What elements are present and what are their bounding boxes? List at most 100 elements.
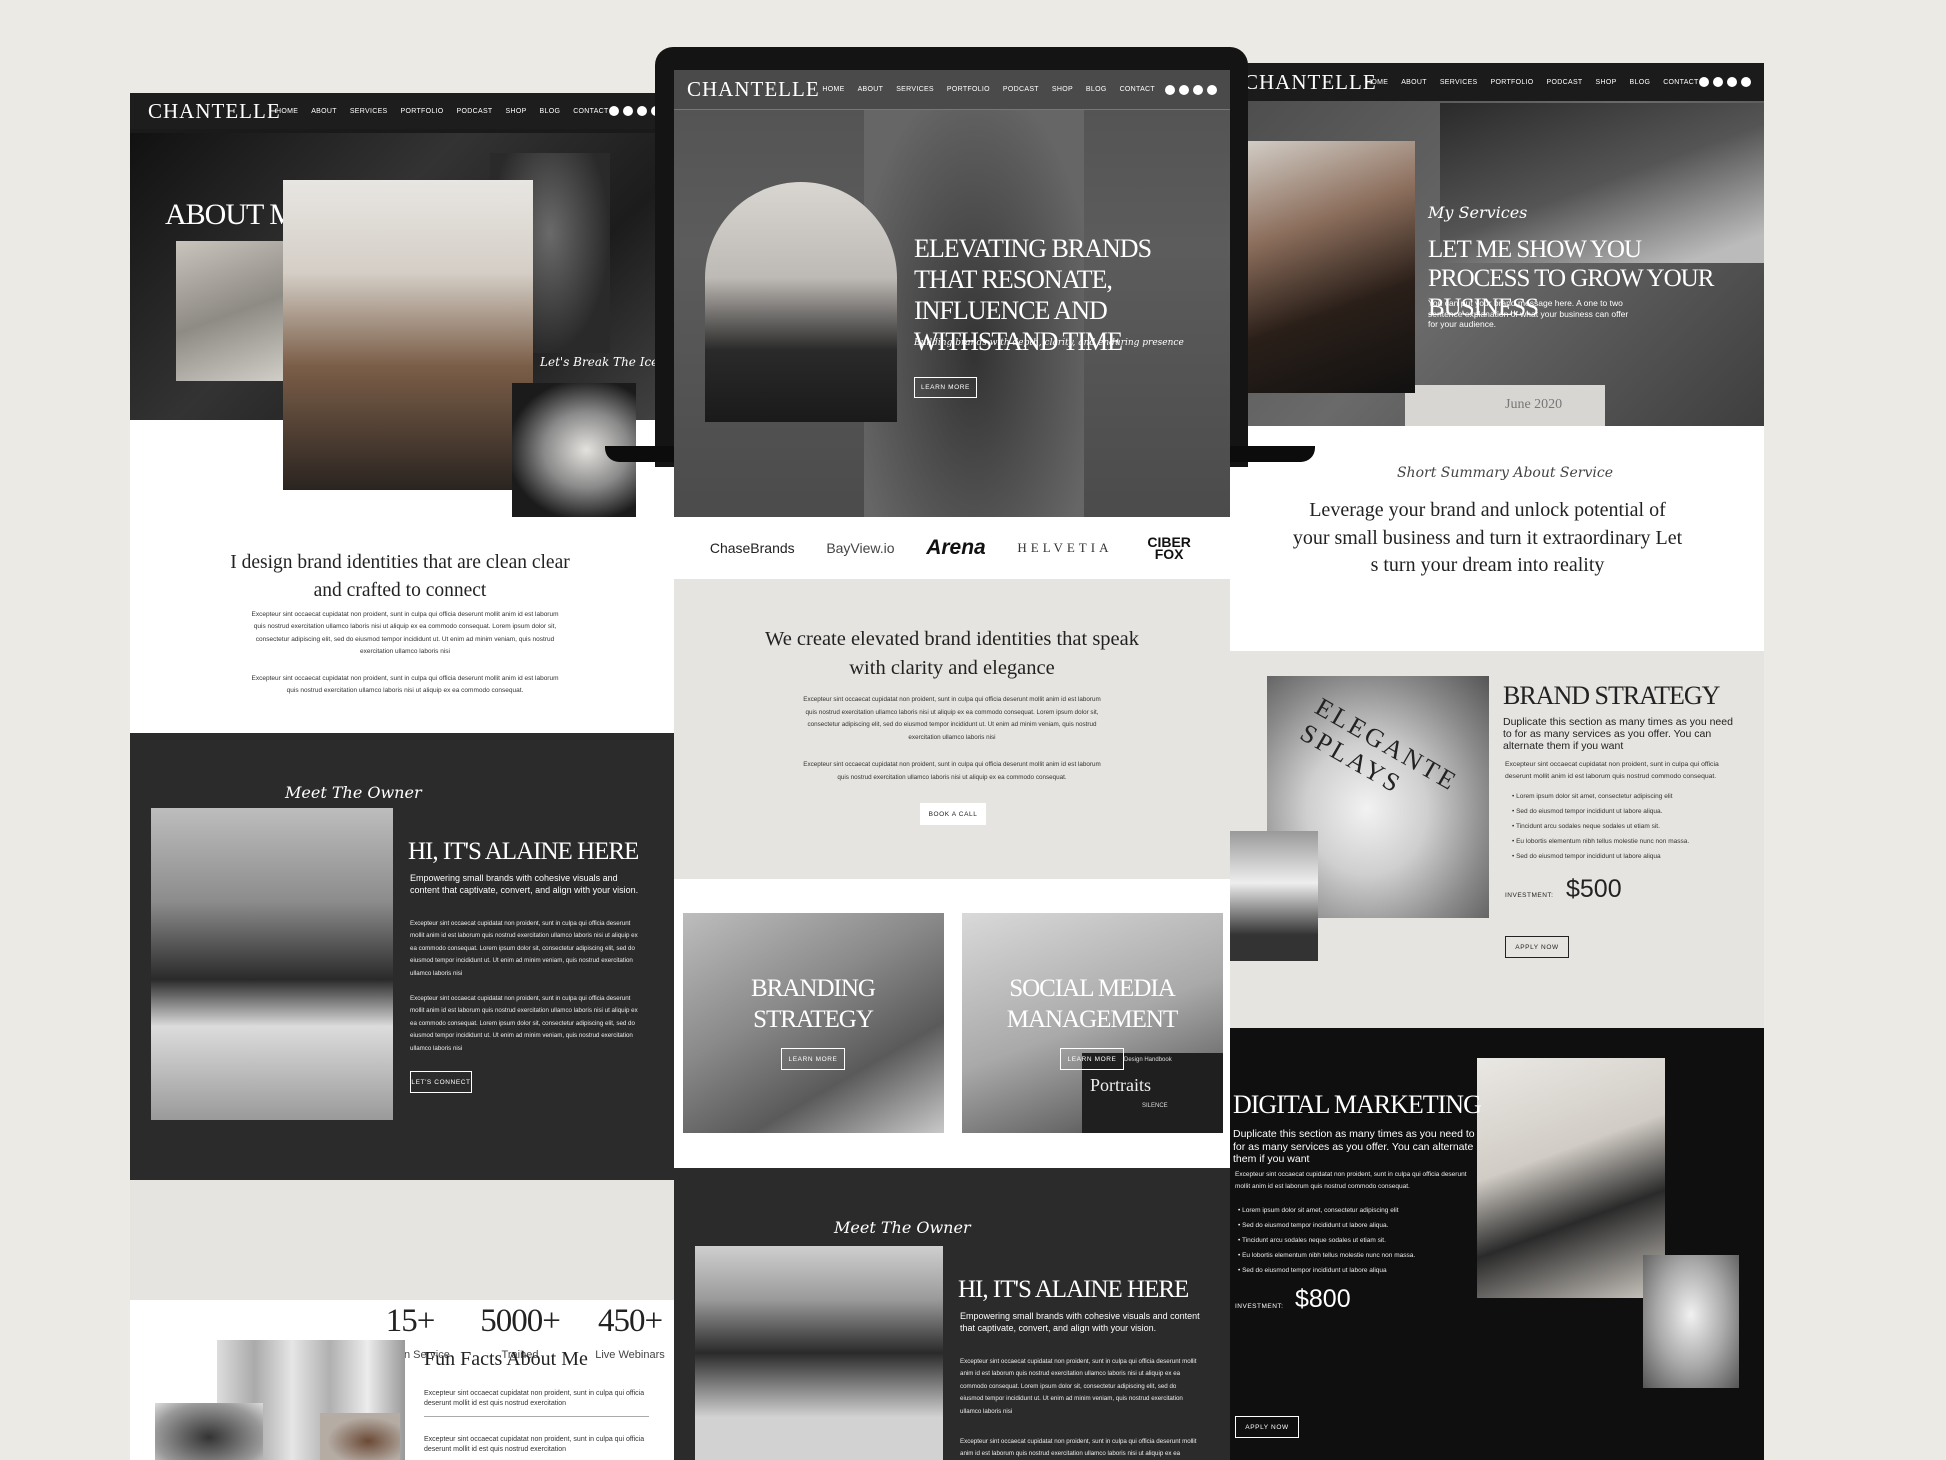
fun-divider — [424, 1416, 649, 1417]
stats-section — [130, 1180, 675, 1300]
right-nav: CHANTELLE HOME ABOUT SERVICES PORTFOLIO PODC… — [1230, 63, 1764, 101]
instagram-icon[interactable] — [1698, 77, 1709, 87]
nav-portfolio[interactable]: PORTFOLIO — [1491, 79, 1534, 86]
services-script: My Services — [1428, 203, 1528, 222]
logo[interactable]: CHANTELLE — [687, 77, 822, 102]
nav-contact[interactable]: CONTACT — [573, 108, 608, 115]
nav-links: HOME ABOUT SERVICES PORTFOLIO PODCAST SHOP BLO… — [1366, 79, 1699, 86]
nav-services[interactable]: SERVICES — [350, 108, 388, 115]
nav-podcast[interactable]: PODCAST — [457, 108, 493, 115]
nav-podcast[interactable]: PODCAST — [1003, 86, 1039, 93]
nav-about[interactable]: ABOUT — [311, 108, 337, 115]
twitter-icon[interactable] — [636, 106, 647, 116]
stat-number: 450+ — [597, 1303, 663, 1339]
owner-heading: HI, IT'S ALAINE HERE — [408, 838, 639, 865]
logo[interactable]: CHANTELLE — [148, 99, 280, 124]
center-owner-photo — [695, 1246, 943, 1460]
owner-text-1: Excepteur sint occaecat cupidatat non pr… — [410, 920, 638, 977]
services-sub: You can put your brand message here. A o… — [1428, 298, 1629, 329]
nav-blog[interactable]: BLOG — [1086, 86, 1107, 93]
twitter-icon[interactable] — [1193, 84, 1203, 95]
logo[interactable]: CHANTELLE — [1244, 70, 1376, 95]
intro-heading: I design brand identities that are clean… — [230, 552, 570, 601]
twitter-icon[interactable] — [1726, 77, 1737, 87]
nav-blog[interactable]: BLOG — [540, 108, 561, 115]
card-branding[interactable]: BRANDING STRATEGY LEARN MORE — [683, 913, 944, 1133]
left-nav: CHANTELLE HOME ABOUT SERVICES PORTFOLIO PODC… — [130, 93, 675, 129]
center-owner-section: Meet The Owner HI, IT'S ALAINE HERE Empo… — [674, 1168, 1230, 1460]
bullet-item: Tincidunt arcu sodales neque sodales ut … — [1512, 819, 1752, 834]
logo-strip: ChaseBrands BayView.io Arena HELVETIA CIBER … — [674, 517, 1230, 579]
intro-text-1: Excepteur sint occaecat cupidatat non pr… — [251, 611, 559, 655]
hero-learn-more-button[interactable]: LEARN MORE — [914, 377, 977, 398]
nav-home[interactable]: HOME — [1366, 79, 1388, 86]
logo-helvetia: HELVETIA — [1017, 540, 1113, 555]
facebook-icon[interactable] — [1179, 84, 1189, 95]
summary-text: Leverage your brand and unlock potential… — [1292, 499, 1683, 576]
brand-strategy-section: ELEGANTE SPLAYS BRAND STRATEGY Duplicate… — [1230, 651, 1764, 1028]
fun-woman-photo — [320, 1413, 400, 1460]
fun-text-2: Excepteur sint occaecat cupidatat non pr… — [424, 1436, 645, 1453]
bullet-item: Lorem ipsum dolor sit amet, consectetur … — [1512, 789, 1752, 804]
bullet-item: Sed do eiusmod tempor incididunt ut labo… — [1512, 804, 1752, 819]
bs-title: BRAND STRATEGY — [1503, 681, 1720, 710]
nav-portfolio[interactable]: PORTFOLIO — [947, 86, 990, 93]
tiktok-icon[interactable] — [1740, 77, 1751, 87]
card1-title: BRANDING STRATEGY — [751, 975, 876, 1033]
nav-services[interactable]: SERVICES — [1440, 79, 1478, 86]
book-a-call-button[interactable]: BOOK A CALL — [920, 803, 986, 825]
stat-number: 15+ — [385, 1303, 436, 1339]
facebook-icon[interactable] — [622, 106, 633, 116]
nav-shop[interactable]: SHOP — [506, 108, 527, 115]
nav-podcast[interactable]: PODCAST — [1547, 79, 1583, 86]
mid-text-1: Excepteur sint occaecat cupidatat non pr… — [803, 696, 1101, 741]
dm-apply-button[interactable]: APPLY NOW — [1235, 1416, 1299, 1438]
nav-shop[interactable]: SHOP — [1052, 86, 1073, 93]
logo-ciberfox: CIBER FOX — [1147, 534, 1191, 562]
owner-text-2: Excepteur sint occaecat cupidatat non pr… — [410, 995, 638, 1052]
nav-portfolio[interactable]: PORTFOLIO — [401, 108, 444, 115]
bullet-item: Eu lobortis elementum nibh tellus molest… — [1238, 1248, 1478, 1263]
card1-learn-more-button[interactable]: LEARN MORE — [781, 1048, 845, 1070]
tiktok-icon[interactable] — [1207, 84, 1217, 95]
bs-price: $500 — [1566, 875, 1622, 903]
bs-sub: Duplicate this section as many times as … — [1503, 716, 1733, 752]
center-meet-script: Meet The Owner — [834, 1218, 971, 1237]
instagram-icon[interactable] — [608, 106, 619, 116]
bullet-item: Tincidunt arcu sodales neque sodales ut … — [1238, 1233, 1478, 1248]
mid-text-2: Excepteur sint occaecat cupidatat non pr… — [803, 761, 1101, 781]
facebook-icon[interactable] — [1712, 77, 1723, 87]
social-icons — [1165, 84, 1217, 95]
nav-services[interactable]: SERVICES — [896, 86, 934, 93]
card-social-media[interactable]: Design Handbook Portraits SILENCE SOCIAL… — [962, 913, 1223, 1133]
lets-connect-button[interactable]: LET'S CONNECT — [410, 1071, 472, 1093]
portrait-photo — [283, 180, 533, 490]
bs-apply-button[interactable]: APPLY NOW — [1505, 936, 1569, 958]
notebook-photo: June 2020 — [1405, 385, 1605, 426]
nav-contact[interactable]: CONTACT — [1120, 86, 1155, 93]
nav-about[interactable]: ABOUT — [858, 86, 884, 93]
meet-owner-section: Meet The Owner HI, IT'S ALAINE HERE Empo… — [130, 733, 675, 1180]
bullet-item: Lorem ipsum dolor sit amet, consectetur … — [1238, 1203, 1478, 1218]
nav-about[interactable]: ABOUT — [1401, 79, 1427, 86]
nav-home[interactable]: HOME — [822, 86, 844, 93]
investment-label-dm: INVESTMENT: — [1235, 1303, 1284, 1310]
logo-arena: Arena — [926, 536, 986, 559]
summary-script: Short Summary About Service — [1396, 465, 1614, 481]
nav-home[interactable]: HOME — [276, 108, 298, 115]
card2-learn-more-button[interactable]: LEARN MORE — [1060, 1048, 1124, 1070]
nav-contact[interactable]: CONTACT — [1663, 79, 1698, 86]
nav-blog[interactable]: BLOG — [1630, 79, 1651, 86]
bullet-item: Eu lobortis elementum nibh tellus molest… — [1512, 834, 1752, 849]
woman-drink-photo — [1230, 141, 1415, 393]
nav-shop[interactable]: SHOP — [1596, 79, 1617, 86]
bullet-item: Sed do eiusmod tempor incididunt ut labo… — [1512, 849, 1752, 864]
social-icons — [1698, 77, 1751, 87]
instagram-icon[interactable] — [1165, 84, 1175, 95]
fun-dog-photo — [155, 1403, 263, 1460]
meet-script: Meet The Owner — [285, 783, 422, 802]
bottle-text: ELEGANTE SPLAYS — [1295, 692, 1464, 800]
book-spine-2: Portraits — [1090, 1075, 1151, 1095]
stat-number: 5000+ — [480, 1303, 561, 1339]
fun-title: Fun Facts About Me — [424, 1348, 588, 1370]
